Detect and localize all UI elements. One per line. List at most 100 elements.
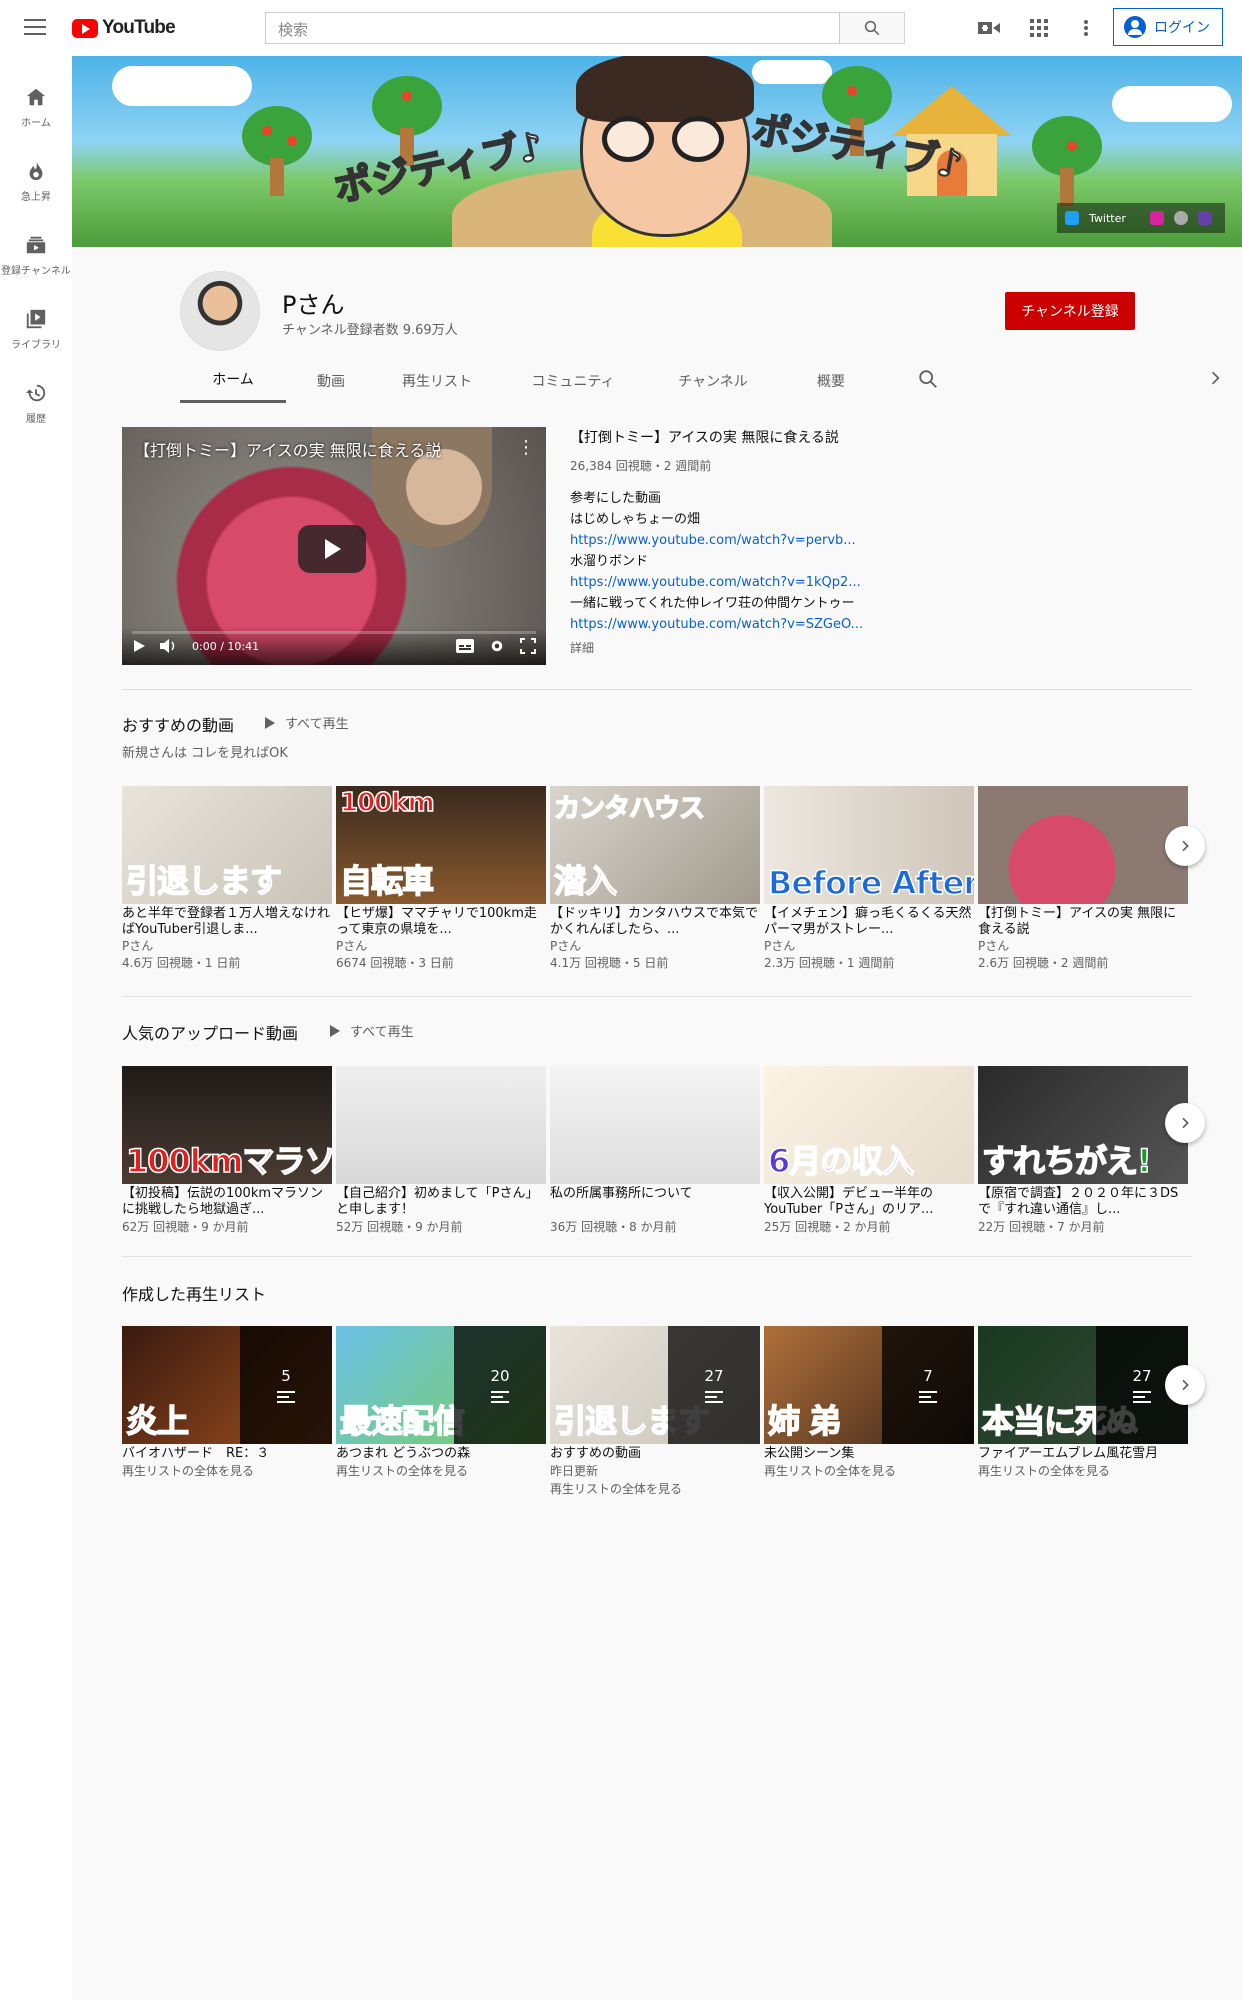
play-button[interactable] (298, 525, 366, 573)
view-full-playlist-link[interactable]: 再生リストの全体を見る (336, 1462, 546, 1480)
tab-about[interactable]: 概要 (778, 358, 884, 403)
instagram-icon[interactable] (1149, 211, 1164, 225)
video-thumbnail[interactable]: すれちがえ! (978, 1066, 1188, 1184)
view-full-playlist-link[interactable]: 再生リストの全体を見る (122, 1462, 332, 1480)
website-icon[interactable] (1173, 211, 1188, 225)
settings-more-icon[interactable] (1074, 16, 1098, 40)
twitter-link[interactable]: Twitter (1089, 212, 1126, 225)
channel-name[interactable]: Pさん (550, 938, 760, 954)
video-card[interactable]: Before After 【イメチェン】癖っ毛くるくる天然パーマ男がストレー...… (764, 786, 974, 972)
sidebar-item-trending[interactable]: 急上昇 (0, 144, 72, 218)
playlist-card[interactable]: 炎上 5 バイオハザード RE：３ 再生リストの全体を見る (122, 1326, 332, 1480)
tab-home[interactable]: ホーム (180, 358, 286, 403)
shelf-next-button[interactable] (1165, 826, 1205, 866)
shelf-next-button[interactable] (1165, 1365, 1205, 1405)
video-title[interactable]: 【収入公開】デビュー半年のYouTuber「Pさん」のリア... (764, 1186, 974, 1218)
video-title[interactable]: 【初投稿】伝説の100kmマラソンに挑戦したら地獄過ぎ... (122, 1186, 332, 1218)
playlist-thumbnail[interactable]: 最速配信 20 (336, 1326, 546, 1444)
channel-search-icon[interactable] (917, 368, 939, 390)
playlist-title[interactable]: バイオハザード RE：３ (122, 1446, 332, 1462)
kebab-menu-icon[interactable]: ⋮ (517, 437, 535, 458)
sidebar-item-subscriptions[interactable]: 登録チャンネル (0, 218, 72, 292)
video-title[interactable]: 【原宿で調査】２０２０年に３DSで『すれ違い通信』し... (978, 1186, 1188, 1218)
video-thumbnail[interactable]: 100km 自転車 (336, 786, 546, 904)
playlist-card[interactable]: 引退します 27 おすすめの動画 昨日更新 再生リストの全体を見る (550, 1326, 760, 1498)
twitch-icon[interactable] (1197, 211, 1212, 225)
search-button[interactable] (840, 12, 905, 44)
playlist-title[interactable]: ファイアーエムブレム風花雪月 (978, 1446, 1188, 1462)
playlist-thumbnail[interactable]: 姉 弟 7 (764, 1326, 974, 1444)
play-icon[interactable] (132, 639, 146, 653)
shelf-title-playlists[interactable]: 作成した再生リスト (122, 1281, 266, 1305)
sidebar-item-history[interactable]: 履歴 (0, 366, 72, 440)
playlist-card[interactable]: 姉 弟 7 未公開シーン集 再生リストの全体を見る (764, 1326, 974, 1480)
description-link[interactable]: https://www.youtube.com/watch?v=1kQp2... (570, 572, 1190, 593)
video-thumbnail[interactable]: 引退します (122, 786, 332, 904)
video-title[interactable]: 【イメチェン】癖っ毛くるくる天然パーマ男がストレー... (764, 906, 974, 938)
video-card[interactable]: 引退します あと半年で登録者１万人増えなければYouTuber引退しま... Pさん… (122, 786, 332, 972)
playlist-title[interactable]: おすすめの動画 (550, 1446, 760, 1462)
video-title[interactable]: 【ヒザ爆】ママチャリで100km走って東京の県境を... (336, 906, 546, 938)
shelf-next-button[interactable] (1165, 1103, 1205, 1143)
youtube-logo[interactable]: YouTube (72, 17, 176, 39)
tab-videos[interactable]: 動画 (286, 358, 376, 403)
playlist-card[interactable]: 本当に死ぬ 27 ファイアーエムブレム風花雪月 再生リストの全体を見る (978, 1326, 1188, 1480)
shelf-title-recommended[interactable]: おすすめの動画 (122, 712, 234, 736)
playlist-thumbnail[interactable]: 本当に死ぬ 27 (978, 1326, 1188, 1444)
video-thumbnail[interactable]: 6月の収入 (764, 1066, 974, 1184)
video-thumbnail[interactable]: 100kmマラソン (122, 1066, 332, 1184)
video-thumbnail[interactable] (978, 786, 1188, 904)
create-video-icon[interactable] (977, 16, 1001, 40)
gear-icon[interactable] (488, 637, 506, 655)
channel-name[interactable]: Pさん (978, 938, 1188, 954)
play-all-button[interactable]: すべて再生 (265, 713, 349, 732)
captions-icon[interactable] (456, 639, 474, 653)
view-full-playlist-link[interactable]: 再生リストの全体を見る (764, 1462, 974, 1480)
search-input[interactable]: 検索 (265, 12, 840, 44)
fullscreen-icon[interactable] (520, 638, 536, 654)
channel-name[interactable]: Pさん (764, 938, 974, 954)
apps-grid-icon[interactable] (1027, 16, 1051, 40)
video-thumbnail[interactable] (550, 1066, 760, 1184)
shelf-title-popular[interactable]: 人気のアップロード動画 (122, 1020, 298, 1044)
channel-name[interactable]: Pさん (336, 938, 546, 954)
featured-video-player[interactable]: 【打倒トミー】アイスの実 無限に食える説 ⋮ 0:00 / 10:41 (122, 427, 546, 665)
menu-icon[interactable] (24, 19, 46, 37)
tab-playlists[interactable]: 再生リスト (376, 358, 498, 403)
sidebar-item-library[interactable]: ライブラリ (0, 292, 72, 366)
video-card[interactable]: 100km 自転車 【ヒザ爆】ママチャリで100km走って東京の県境を... Pさん 6… (336, 786, 546, 972)
video-card[interactable]: 6月の収入 【収入公開】デビュー半年のYouTuber「Pさん」のリア... 25万… (764, 1066, 974, 1236)
playlist-card[interactable]: 最速配信 20 あつまれ どうぶつの森 再生リストの全体を見る (336, 1326, 546, 1480)
description-link[interactable]: https://www.youtube.com/watch?v=SZGeO... (570, 614, 1190, 635)
read-more-link[interactable]: 詳細 (570, 639, 1190, 656)
playlist-thumbnail[interactable]: 炎上 5 (122, 1326, 332, 1444)
view-full-playlist-link[interactable]: 再生リストの全体を見る (550, 1480, 760, 1498)
video-thumbnail[interactable] (336, 1066, 546, 1184)
twitter-icon[interactable] (1065, 211, 1079, 225)
tab-community[interactable]: コミュニティ (498, 358, 648, 403)
featured-video-title[interactable]: 【打倒トミー】アイスの実 無限に食える説 (570, 427, 1190, 447)
login-button[interactable]: ログイン (1113, 8, 1223, 46)
play-all-button[interactable]: すべて再生 (330, 1021, 414, 1040)
description-link[interactable]: https://www.youtube.com/watch?v=pervb... (570, 530, 1190, 551)
playlist-thumbnail[interactable]: 引退します 27 (550, 1326, 760, 1444)
video-card[interactable]: 私の所属事務所について 36万 回視聴・8 か月前 (550, 1066, 760, 1236)
video-title[interactable]: あと半年で登録者１万人増えなければYouTuber引退しま... (122, 906, 332, 938)
volume-icon[interactable] (160, 638, 178, 654)
tab-channels[interactable]: チャンネル (648, 358, 778, 403)
video-card[interactable]: 【自己紹介】初めまして「Pさん」と申します！ 52万 回視聴・9 か月前 (336, 1066, 546, 1236)
video-thumbnail[interactable]: カンタハウス 潜入 (550, 786, 760, 904)
video-title[interactable]: 【自己紹介】初めまして「Pさん」と申します！ (336, 1186, 546, 1218)
video-card[interactable]: 【打倒トミー】アイスの実 無限に食える説 Pさん 2.6万 回視聴・2 週間前 (978, 786, 1188, 972)
video-title[interactable]: 私の所属事務所について (550, 1186, 760, 1218)
playlist-title[interactable]: あつまれ どうぶつの森 (336, 1446, 546, 1462)
video-thumbnail[interactable]: Before After (764, 786, 974, 904)
video-card[interactable]: すれちがえ! 【原宿で調査】２０２０年に３DSで『すれ違い通信』し... 22万 回… (978, 1066, 1188, 1236)
view-full-playlist-link[interactable]: 再生リストの全体を見る (978, 1462, 1188, 1480)
chevron-right-icon[interactable] (1205, 368, 1225, 388)
video-title[interactable]: 【打倒トミー】アイスの実 無限に食える説 (978, 906, 1188, 938)
video-title[interactable]: 【ドッキリ】カンタハウスで本気でかくれんぼしたら、... (550, 906, 760, 938)
sidebar-item-home[interactable]: ホーム (0, 70, 72, 144)
playlist-title[interactable]: 未公開シーン集 (764, 1446, 974, 1462)
channel-name[interactable]: Pさん (122, 938, 332, 954)
